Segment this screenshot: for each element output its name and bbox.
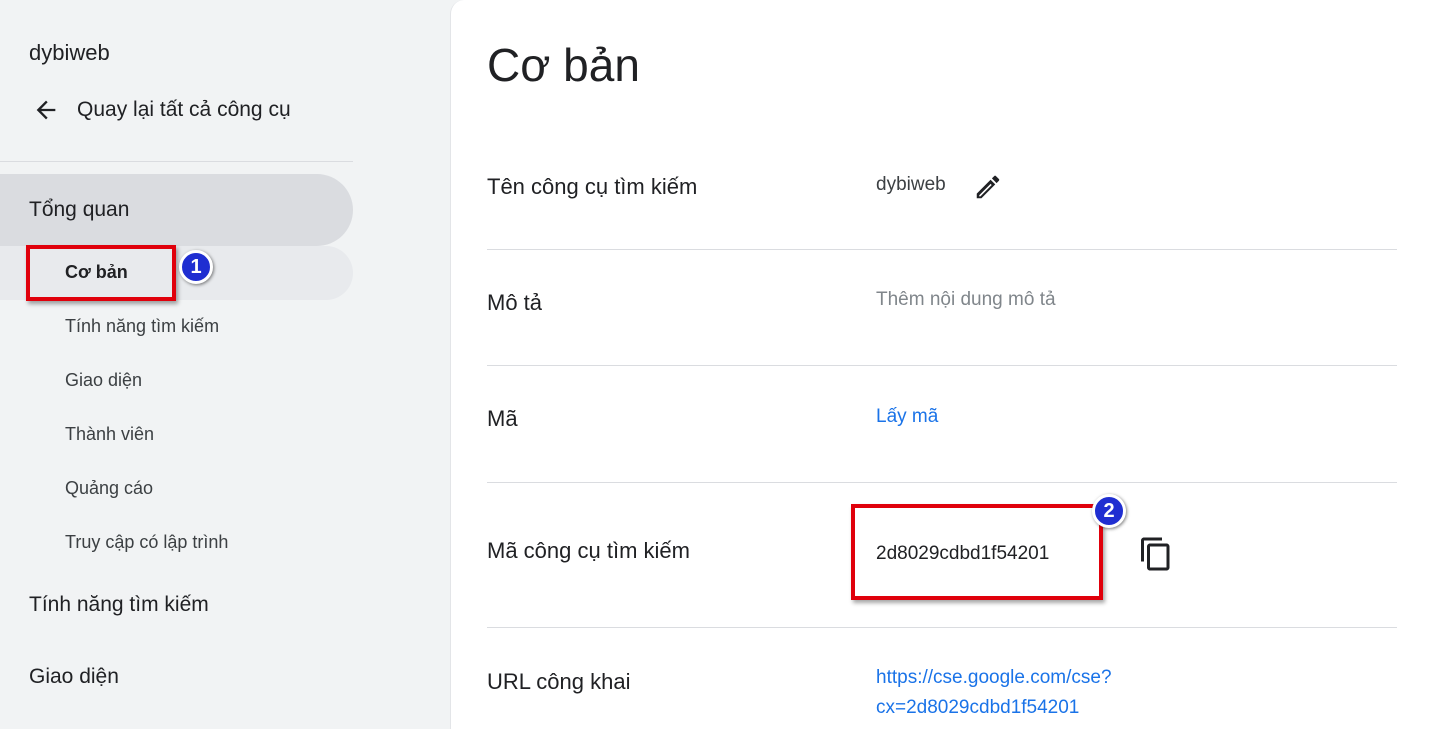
search-engine-id-label: Mã công cụ tìm kiếm [487, 538, 690, 563]
public-url-label: URL công khai [487, 669, 631, 694]
get-code-link[interactable]: Lấy mã [876, 406, 938, 428]
sidebar-subitem-ads[interactable]: Quảng cáo [65, 478, 153, 499]
engine-name-value: dybiweb [876, 174, 946, 195]
sidebar-item-overview-label: Tổng quan [29, 198, 130, 221]
sidebar: dybiweb Quay lại tất cả công cụ Tổng qua… [0, 0, 450, 729]
sidebar-item-overview[interactable]: Tổng quan [0, 174, 353, 246]
row-divider [487, 365, 1397, 366]
main-panel: Cơ bản Tên công cụ tìm kiếm dybiweb Mô t… [450, 0, 1431, 729]
description-label: Mô tả [487, 290, 543, 315]
sidebar-divider [0, 161, 353, 162]
engine-name-label: Tên công cụ tìm kiếm [487, 174, 698, 199]
sidebar-subitem-search-features[interactable]: Tính năng tìm kiếm [65, 316, 219, 337]
engine-name: dybiweb [29, 40, 110, 65]
annotation-highlight-1 [26, 245, 176, 301]
pencil-icon[interactable] [973, 172, 1003, 202]
row-divider [487, 482, 1397, 483]
sidebar-item-appearance: Giao diện [29, 665, 119, 688]
page-title: Cơ bản [487, 39, 640, 91]
sidebar-subitem-programmatic-access[interactable]: Truy cập có lập trình [65, 532, 228, 553]
row-divider [487, 249, 1397, 250]
sidebar-item-search-features[interactable]: Tính năng tìm kiếm [29, 593, 209, 617]
public-url-link-line2[interactable]: cx=2d8029cdbd1f54201 [876, 697, 1079, 719]
back-link-label: Quay lại tất cả công cụ [77, 98, 291, 121]
sidebar-subitem-members[interactable]: Thành viên [65, 424, 154, 445]
arrow-left-icon [36, 100, 56, 120]
back-to-all-engines-link[interactable]: Quay lại tất cả công cụ [32, 96, 291, 124]
sidebar-subitem-appearance[interactable]: Giao diện [65, 370, 142, 391]
row-divider [487, 627, 1397, 628]
public-url-link-line1[interactable]: https://cse.google.com/cse? [876, 667, 1112, 689]
annotation-badge-1: 1 [179, 250, 213, 284]
annotation-badge-2: 2 [1092, 494, 1126, 528]
code-label: Mã [487, 406, 518, 431]
description-placeholder[interactable]: Thêm nội dung mô tả [876, 289, 1056, 311]
annotation-highlight-2 [851, 504, 1103, 600]
copy-icon[interactable] [1138, 536, 1174, 572]
